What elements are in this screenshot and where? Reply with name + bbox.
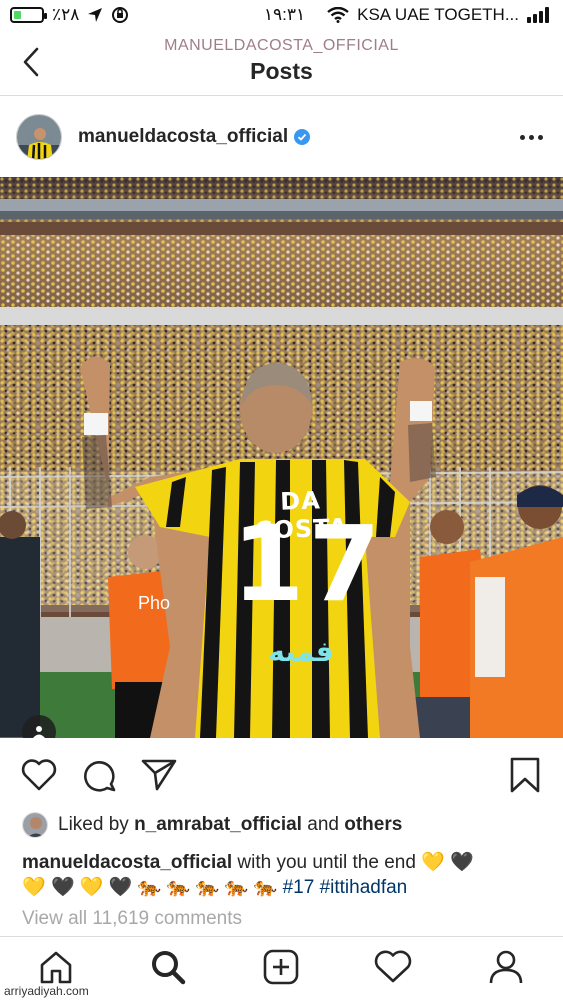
status-right: ١٩:٣١ KSA UAE TOGETH... (264, 5, 549, 25)
black-heart-emoji: 🖤 (108, 877, 133, 898)
signal-icon (527, 7, 549, 23)
likes-others-link[interactable]: others (344, 814, 402, 836)
tiger-emoji: 🐅 (166, 877, 191, 898)
carrier-name: KSA UAE TOGETH... (357, 5, 519, 24)
heart-icon[interactable] (20, 756, 58, 794)
jersey-number: 17 (232, 503, 385, 625)
screen-rotation-lock-icon (112, 7, 129, 23)
tiger-emoji: 🐅 (253, 877, 278, 898)
black-heart-emoji: 🖤 (50, 877, 75, 898)
yellow-heart-emoji: 💛 (79, 877, 104, 898)
wifi-icon (327, 7, 349, 23)
ellipsis-icon[interactable] (516, 127, 547, 148)
post-caption: manueldacosta_official with you until th… (22, 850, 542, 900)
likes-line: Liked by n_amrabat_official and others (22, 812, 402, 838)
yellow-heart-emoji: 💛 (421, 852, 445, 873)
verified-badge-icon (294, 129, 311, 145)
post-action-bar (0, 744, 563, 806)
likes-prefix: Liked by (58, 814, 129, 835)
share-icon[interactable] (140, 756, 178, 794)
nav-username: MANUELDACOSTA_OFFICIAL (164, 37, 399, 54)
battery-icon (10, 7, 47, 23)
caption-username[interactable]: manueldacosta_official (22, 852, 232, 873)
location-arrow-icon (88, 8, 103, 22)
hashtag-link[interactable]: #17 (283, 877, 315, 898)
avatar[interactable] (16, 114, 62, 160)
view-all-comments-link[interactable]: View all 11,619 comments (22, 908, 242, 930)
jersey-sponsor: فمبه (268, 635, 334, 668)
status-bar: ٪٢٨ ١٩:٣١ KSA UAE TOGETH... (0, 0, 563, 30)
search-icon[interactable] (144, 945, 192, 989)
comment-icon[interactable] (80, 756, 118, 794)
page-title: Posts (250, 58, 313, 84)
battery-percent: ٪٢٨ (52, 5, 80, 24)
status-left: ٪٢٨ (10, 5, 129, 25)
bookmark-icon[interactable] (506, 756, 544, 794)
status-time: ١٩:٣١ (263, 5, 306, 24)
profile-icon[interactable] (482, 945, 530, 989)
activity-heart-icon[interactable] (369, 945, 417, 989)
hashtag-link[interactable]: #ittihadfan (320, 877, 408, 898)
nav-header: MANUELDACOSTA_OFFICIAL Posts (0, 30, 563, 96)
new-post-icon[interactable] (257, 945, 305, 989)
vest-text: Pho (138, 593, 171, 613)
post-photo[interactable]: DA COSTA 17 فمبه Pho (0, 177, 563, 738)
yellow-heart-emoji: 💛 (22, 877, 46, 898)
tiger-emoji: 🐅 (137, 877, 162, 898)
liker-avatar[interactable] (22, 812, 48, 838)
likes-user-link[interactable]: n_amrabat_official (134, 814, 302, 836)
black-heart-emoji: 🖤 (450, 852, 474, 873)
home-icon[interactable] (32, 945, 80, 989)
tiger-emoji: 🐅 (195, 877, 220, 898)
post-username[interactable]: manueldacosta_official (78, 126, 288, 148)
caption-text: with you until the end (237, 852, 416, 873)
watermark: arriyadiyah.com (4, 984, 89, 998)
likes-connector: and (307, 814, 339, 835)
post-header: manueldacosta_official (0, 97, 563, 177)
tiger-emoji: 🐅 (224, 877, 249, 898)
